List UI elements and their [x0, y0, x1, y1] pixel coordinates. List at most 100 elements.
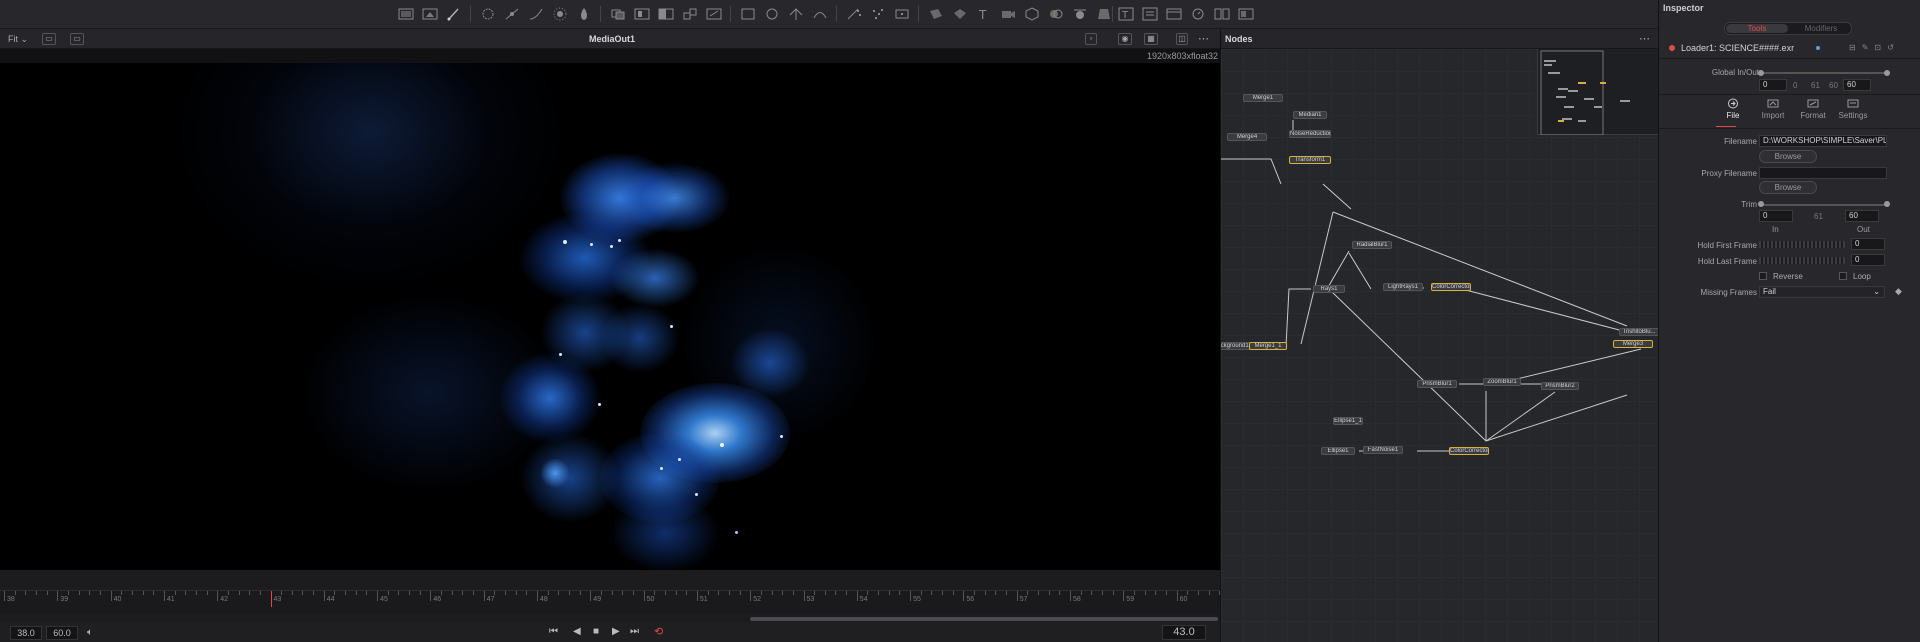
spotlight-3d-icon[interactable]: [1096, 7, 1112, 21]
node-prismblur2[interactable]: PrismBlur2: [1541, 382, 1579, 390]
node-ellipse1[interactable]: Ellipse1: [1321, 447, 1355, 455]
dual-view-icon[interactable]: [1214, 7, 1230, 21]
ellipse-mask-icon[interactable]: [764, 7, 780, 21]
chain-icon[interactable]: ⊟: [1849, 43, 1862, 52]
node-background1[interactable]: Background1: [1221, 342, 1251, 350]
grid-icon[interactable]: ▦: [1144, 33, 1158, 45]
shape-3d-icon[interactable]: [1024, 7, 1040, 21]
proxy-browse-button[interactable]: Browse: [1759, 181, 1817, 194]
background-tool-icon[interactable]: [398, 7, 414, 21]
hold-first-field[interactable]: 0: [1851, 238, 1885, 250]
format-tab[interactable]: Format: [1793, 98, 1833, 120]
hold-first-slider[interactable]: [1759, 241, 1845, 248]
keyframe-icon[interactable]: ◆: [1895, 286, 1902, 297]
render-end-field[interactable]: 60.0: [46, 626, 78, 640]
color-corrector-icon[interactable]: [504, 7, 520, 21]
node-fastnoise1[interactable]: FastNoise1: [1363, 446, 1403, 454]
brightness-tool-icon[interactable]: [552, 7, 568, 21]
tool-color-dot-icon[interactable]: [1669, 45, 1675, 51]
polygon-mask-icon[interactable]: [788, 7, 804, 21]
file-tab[interactable]: File: [1713, 98, 1753, 120]
global-range-track[interactable]: [1761, 72, 1887, 74]
proxy-filename-field[interactable]: [1759, 167, 1887, 179]
node-merge3[interactable]: Merge3: [1613, 340, 1653, 348]
particle-render-icon[interactable]: [870, 7, 886, 21]
timeline-ruler[interactable]: 38 39 40 41 42 43 44 45 46 47 48 49 50 51 52 53 54 55 56 57…: [0, 590, 1227, 614]
text-3d-icon[interactable]: T: [976, 7, 992, 21]
blur-tool-icon[interactable]: [480, 7, 496, 21]
node-prismblur1[interactable]: PrismBlur1: [1417, 380, 1457, 388]
channel-booleans-icon[interactable]: [634, 7, 650, 21]
panel-layout-icon[interactable]: [1166, 7, 1182, 21]
hold-last-slider[interactable]: [1759, 257, 1845, 264]
filename-field[interactable]: D:\WORKSHOP\SIMPLE\Saver\PLANE: [1759, 135, 1887, 147]
node-colorcorrector1[interactable]: ColorCorrector1: [1431, 283, 1471, 291]
trim-range-track[interactable]: [1761, 204, 1887, 206]
particle-merge-icon[interactable]: [894, 7, 910, 21]
nodes-more-icon[interactable]: ⋯: [1639, 32, 1650, 45]
missing-frames-dropdown[interactable]: Fail ⌄: [1759, 286, 1885, 298]
roi-icon[interactable]: ▭: [42, 33, 56, 45]
node-ellipse1-1[interactable]: Ellipse1_1: [1333, 417, 1363, 425]
node-rays1[interactable]: Rays1: [1313, 285, 1345, 293]
matte-control-icon[interactable]: [576, 7, 592, 21]
node-merge1[interactable]: Merge1: [1243, 94, 1283, 102]
transform-tool-icon[interactable]: [682, 7, 698, 21]
global-in-knob[interactable]: [1758, 70, 1764, 76]
curves-tool-icon[interactable]: [528, 7, 544, 21]
header-controls[interactable]: ⊟✎⊡↺: [1849, 43, 1900, 52]
layout-tool-icon[interactable]: [1142, 7, 1158, 21]
loader-tool-icon[interactable]: [422, 7, 438, 21]
camera-view-icon[interactable]: ◉: [1118, 33, 1132, 45]
merge-3d-icon[interactable]: [1048, 7, 1064, 21]
audio-icon[interactable]: 🔈︎: [87, 627, 93, 638]
merge-tool-icon[interactable]: [610, 7, 626, 21]
node-lightrays1[interactable]: LightRays1: [1383, 283, 1423, 291]
render-start-field[interactable]: 38.0: [10, 626, 42, 640]
trim-in-field[interactable]: 0: [1759, 210, 1793, 222]
node-editor[interactable]: Merge1 Median1 Merge4 NoiseReduction1 Tr…: [1220, 49, 1658, 642]
stop-icon[interactable]: ■: [593, 626, 599, 637]
tools-tab[interactable]: Tools: [1726, 24, 1788, 33]
view-options-icon[interactable]: ▭: [70, 33, 84, 45]
trim-out-field[interactable]: 60: [1845, 210, 1879, 222]
playhead[interactable]: [270, 591, 272, 607]
particle-emitter-icon[interactable]: [846, 7, 862, 21]
node-navigator[interactable]: [1537, 49, 1658, 136]
timecode-icon[interactable]: [1190, 7, 1206, 21]
pin-icon[interactable]: ✎: [1862, 43, 1875, 52]
wipe-view-icon[interactable]: [1238, 7, 1254, 21]
reset-icon[interactable]: ↺: [1887, 43, 1900, 52]
modifiers-tab[interactable]: Modifiers: [1791, 24, 1851, 33]
node-median1[interactable]: Median1: [1293, 111, 1327, 119]
rectangle-mask-icon[interactable]: [740, 7, 756, 21]
hold-last-field[interactable]: 0: [1851, 254, 1885, 266]
resize-tool-icon[interactable]: [706, 7, 722, 21]
matte-icon[interactable]: [658, 7, 674, 21]
light-3d-icon[interactable]: [1072, 7, 1088, 21]
go-to-start-icon[interactable]: ⏮︎: [549, 626, 558, 637]
settings-tab[interactable]: Settings: [1833, 98, 1873, 120]
split-view-icon[interactable]: ◫: [1176, 33, 1188, 45]
node-trishitoblur[interactable]: TrishitoBlu...: [1619, 328, 1658, 336]
browse-button[interactable]: Browse: [1759, 150, 1817, 163]
global-out-knob[interactable]: [1884, 70, 1890, 76]
loop-icon[interactable]: ⟲: [654, 625, 663, 638]
node-merge4[interactable]: Merge4: [1227, 133, 1267, 141]
global-in-field[interactable]: 0: [1759, 79, 1787, 91]
timeline-scrollbar[interactable]: [750, 617, 1218, 621]
node-colorcorrector2[interactable]: ColorCorrector2: [1449, 447, 1489, 455]
trim-out-knob[interactable]: [1884, 201, 1890, 207]
play-icon[interactable]: ▶︎: [612, 626, 620, 637]
lut-icon[interactable]: ▫: [1085, 33, 1097, 45]
renderer-3d-icon[interactable]: [952, 7, 968, 21]
import-tab[interactable]: Import: [1753, 98, 1793, 120]
global-out-field[interactable]: 60: [1843, 79, 1871, 91]
node-noisereduction1[interactable]: NoiseReduction1: [1289, 130, 1331, 138]
fit-dropdown[interactable]: Fit ⌄: [8, 34, 28, 45]
camera-3d-icon[interactable]: [1000, 7, 1016, 21]
step-back-icon[interactable]: ◀︎: [573, 626, 581, 637]
viewer-more-icon[interactable]: ⋯: [1198, 32, 1209, 45]
node-zoomblur1[interactable]: ZoomBlur1: [1483, 378, 1521, 386]
loop-checkbox[interactable]: [1839, 272, 1847, 280]
